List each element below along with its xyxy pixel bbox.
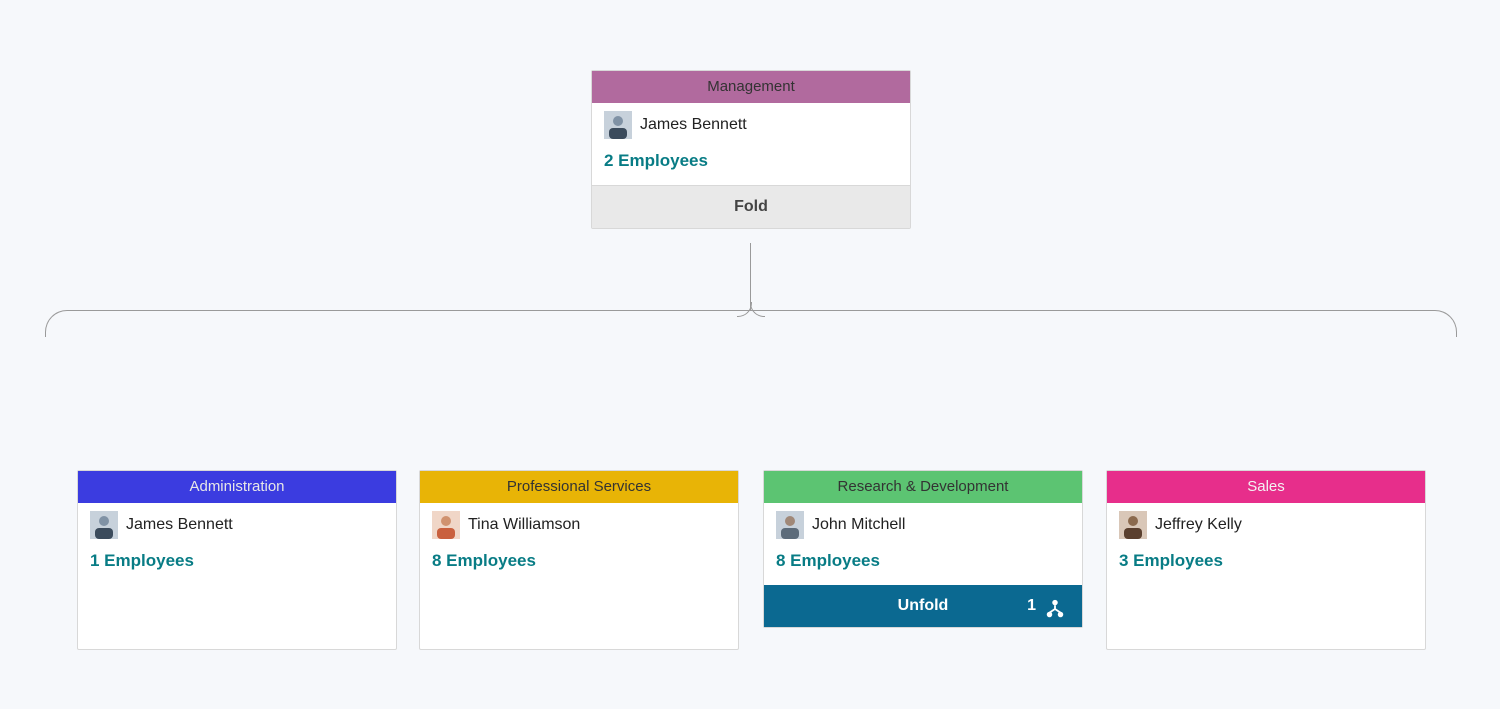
manager-name: Tina Williamson: [468, 516, 580, 534]
org-card-professional-services[interactable]: Professional Services Tina Williamson 8 …: [419, 470, 739, 650]
org-chart-canvas[interactable]: Management James Bennett 2 Employees Fol…: [0, 0, 1500, 709]
manager-name: John Mitchell: [812, 516, 905, 534]
card-body: Tina Williamson 8 Employees: [420, 503, 738, 585]
org-card-research-development[interactable]: Research & Development John Mitchell 8 E…: [763, 470, 1083, 628]
avatar: [1119, 511, 1147, 539]
card-header: Research & Development: [764, 471, 1082, 503]
manager-name: James Bennett: [126, 516, 233, 534]
avatar: [432, 511, 460, 539]
unfold-button[interactable]: Unfold 1: [764, 585, 1082, 627]
manager-row[interactable]: James Bennett: [604, 111, 898, 139]
manager-name: James Bennett: [640, 116, 747, 134]
avatar: [776, 511, 804, 539]
employees-link[interactable]: 8 Employees: [432, 551, 726, 571]
org-card-sales[interactable]: Sales Jeffrey Kelly 3 Employees: [1106, 470, 1426, 650]
employees-link[interactable]: 3 Employees: [1119, 551, 1413, 571]
fold-button[interactable]: Fold: [592, 185, 910, 228]
manager-row[interactable]: John Mitchell: [776, 511, 1070, 539]
avatar: [90, 511, 118, 539]
card-body: James Bennett 2 Employees: [592, 103, 910, 185]
card-header: Administration: [78, 471, 396, 503]
hierarchy-icon: [1044, 595, 1066, 617]
connector-bracket: [45, 310, 1457, 337]
card-body: James Bennett 1 Employees: [78, 503, 396, 585]
employees-link[interactable]: 8 Employees: [776, 551, 1070, 571]
avatar: [604, 111, 632, 139]
org-card-administration[interactable]: Administration James Bennett 1 Employees: [77, 470, 397, 650]
manager-row[interactable]: James Bennett: [90, 511, 384, 539]
card-body: Jeffrey Kelly 3 Employees: [1107, 503, 1425, 585]
employees-link[interactable]: 2 Employees: [604, 151, 898, 171]
manager-row[interactable]: Jeffrey Kelly: [1119, 511, 1413, 539]
org-card-root[interactable]: Management James Bennett 2 Employees Fol…: [591, 70, 911, 229]
manager-row[interactable]: Tina Williamson: [432, 511, 726, 539]
unfold-count: 1: [1027, 585, 1036, 627]
manager-name: Jeffrey Kelly: [1155, 516, 1242, 534]
card-header: Sales: [1107, 471, 1425, 503]
card-header: Professional Services: [420, 471, 738, 503]
connector-stem: [750, 243, 752, 310]
card-header: Management: [592, 71, 910, 103]
employees-link[interactable]: 1 Employees: [90, 551, 384, 571]
unfold-label: Unfold: [898, 597, 949, 614]
card-body: John Mitchell 8 Employees: [764, 503, 1082, 585]
